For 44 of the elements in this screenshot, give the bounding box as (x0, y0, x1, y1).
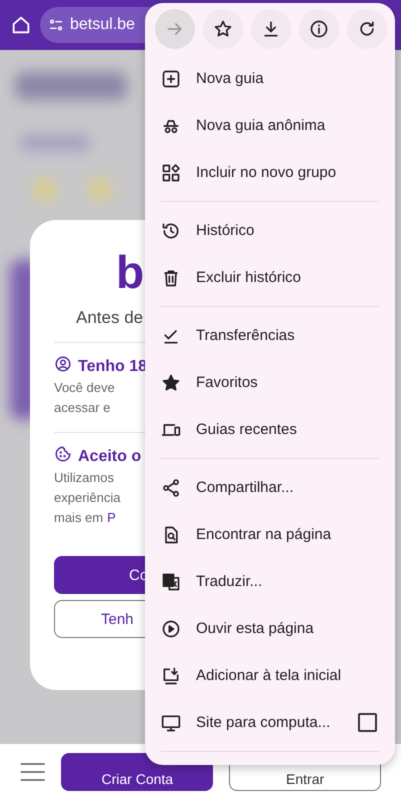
site-settings-icon[interactable] (48, 17, 64, 33)
logo: b (116, 250, 144, 294)
star-icon (213, 19, 233, 39)
home-icon[interactable] (10, 14, 32, 36)
consent-text: experiência (54, 489, 120, 507)
star-filled-icon (161, 372, 181, 392)
person-icon (54, 355, 72, 373)
new-tab-icon (161, 68, 181, 88)
star-button[interactable] (203, 9, 243, 49)
history-icon (161, 220, 181, 240)
play-icon (161, 618, 181, 638)
cookie-icon (54, 445, 72, 463)
consent-text: mais em (54, 509, 104, 527)
reload-button[interactable] (347, 9, 387, 49)
consent-text: Você deve (54, 379, 115, 397)
add-home-icon (161, 666, 181, 686)
consent-title: Aceito o (78, 448, 142, 466)
menu-item[interactable]: Ouvir esta página (145, 605, 395, 652)
checkbox[interactable] (358, 713, 377, 732)
menu-item[interactable]: Encontrar na página (145, 511, 395, 558)
info-button[interactable] (299, 9, 339, 49)
menu-icon[interactable] (20, 763, 46, 781)
info-icon (309, 19, 329, 39)
consent-text: acessar e (54, 399, 110, 417)
policy-link[interactable]: P (107, 508, 116, 528)
consent-text: Utilizamos (54, 469, 114, 487)
menu-item[interactable]: Excluir histórico (145, 254, 395, 301)
share-icon (161, 478, 181, 498)
menu-item[interactable]: Guias recentes (145, 406, 395, 453)
menu-item[interactable]: Histórico (145, 207, 395, 254)
menu-item[interactable]: Traduzir... (145, 558, 395, 605)
download-button[interactable] (251, 9, 291, 49)
menu-item[interactable]: Nova guia anônima (145, 102, 395, 149)
menu-item[interactable]: Nova guia (145, 55, 395, 102)
monitor-icon (161, 712, 181, 732)
menu-item[interactable]: Compartilhar... (145, 464, 395, 511)
translate-icon (161, 572, 181, 592)
menu-item[interactable]: Transferências (145, 312, 395, 359)
menu-item[interactable]: Incluir no novo grupo (145, 149, 395, 196)
group-icon (161, 162, 181, 182)
menu-item[interactable]: Favoritos (145, 359, 395, 406)
menu-item[interactable]: Site para computa... (145, 699, 395, 746)
dialog-title: Antes de (76, 308, 144, 328)
menu-item[interactable]: Adicionar à tela inicial (145, 652, 395, 699)
